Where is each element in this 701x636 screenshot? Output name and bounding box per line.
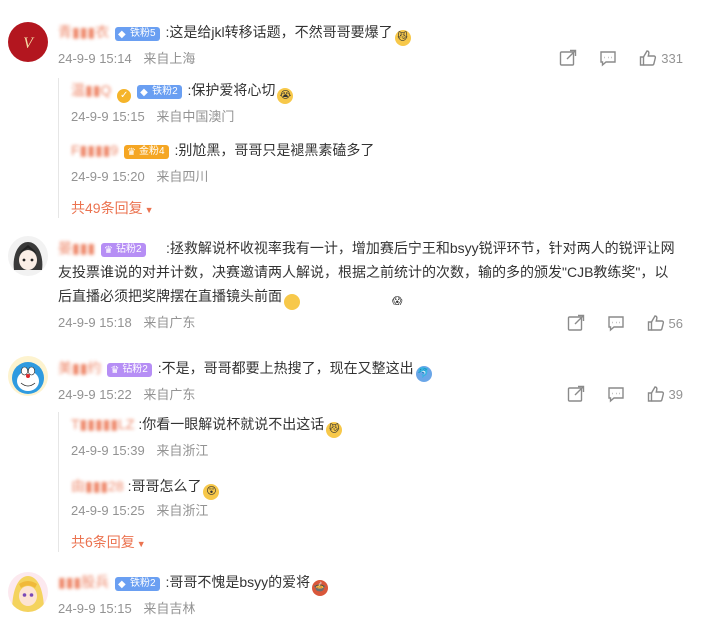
chevron-down-icon: ▼ — [144, 205, 154, 215]
share-icon — [567, 385, 584, 402]
reply-location: 来自浙江 — [156, 443, 209, 458]
emoji-icon: 😭 — [277, 88, 294, 104]
reply-time: 24-9-9 15:20 — [71, 169, 145, 184]
reply-text: :你看一眼解说杯就说不出这话 — [138, 416, 325, 432]
comment-location: 来自吉林 — [143, 601, 196, 616]
username[interactable]: 由▮▮▮28 — [71, 478, 124, 494]
username[interactable]: 美▮▮约 — [58, 360, 101, 376]
reply-time: 24-9-9 15:39 — [71, 443, 145, 458]
like-count: 331 — [661, 50, 683, 66]
comment-location: 来自广东 — [143, 387, 196, 402]
avatar[interactable] — [8, 572, 48, 612]
reply-location: 来自中国澳门 — [156, 109, 235, 124]
share-icon — [560, 49, 577, 66]
like-count: 39 — [668, 386, 683, 402]
fan-badge: ◆ 铁粉5 — [115, 27, 160, 41]
comment-text: :拯救解说杯收视率我有一计，增加赛后宁王和bsyy锐评环节，针对两人的锐评让网友… — [58, 236, 678, 310]
username[interactable]: T▮▮▮▮▮LZ — [71, 416, 134, 432]
more-replies-link[interactable]: 共6条回复 ▼ — [71, 532, 146, 552]
comment-text: :这是给jkl转移话题，不然哥哥要爆了 — [165, 24, 393, 40]
comment-text: :不是，哥哥都要上热搜了，现在又整这出 — [157, 360, 414, 376]
emoji-icon: 🍲 — [312, 580, 329, 596]
avatar[interactable] — [8, 236, 48, 276]
more-replies-link[interactable]: 共49条回复 ▼ — [71, 198, 154, 218]
reply-text: :别尬黑，哥哥只是褪黑素磕多了 — [174, 142, 375, 158]
comment-item: 晏▮▮▮ ♛ 钻粉2 :拯救解说杯收视率我有一计，增加赛后宁王和bsyy锐评环节，… — [0, 230, 701, 340]
like-button[interactable]: 39 — [647, 385, 683, 403]
share-button[interactable] — [559, 49, 577, 67]
verified-icon: ✓ — [117, 89, 132, 103]
comment-item: 美▮▮约 ♛ 钻粉2 :不是，哥哥都要上热搜了，现在又整这出 🐬 24-9-9 15… — [0, 352, 701, 562]
share-button[interactable] — [567, 385, 585, 403]
reply-list: 温▮▮Q ✓ ◆ 铁粉2 :保护爱将心切 😭 24-9-9 15:15 来自中国澳门… — [58, 78, 659, 218]
comment-time: 24-9-9 15:22 — [58, 387, 132, 402]
reply-text: :保护爱将心切 — [187, 82, 276, 98]
fan-badge: ◆ 铁粉2 — [115, 577, 160, 591]
emoji-icon: 😼 — [326, 422, 343, 438]
reply-list: T▮▮▮▮▮LZ :你看一眼解说杯就说不出这话 😼 24-9-9 15:39 来自… — [58, 412, 659, 552]
share-button[interactable] — [567, 314, 585, 332]
comment-location: 来自上海 — [143, 51, 196, 66]
username[interactable]: F▮▮▮▮9 — [71, 142, 118, 158]
comment-time: 24-9-9 15:14 — [58, 51, 132, 66]
comment-location: 来自广东 — [143, 315, 196, 330]
reply-time: 24-9-9 15:15 — [71, 109, 145, 124]
fan-badge: ♛ 金粉4 — [124, 145, 169, 159]
thumbs-up-icon — [647, 386, 664, 402]
comment-icon — [607, 316, 624, 332]
like-count: 56 — [668, 315, 683, 331]
thumbs-up-icon — [640, 50, 657, 66]
comment-icon — [607, 387, 624, 403]
username[interactable]: 青▮▮▮衣 — [58, 24, 109, 40]
thumbs-up-icon — [647, 315, 664, 331]
emoji-icon: 😱 — [284, 294, 402, 310]
emoji-icon: 😼 — [394, 30, 411, 46]
comment-time: 24-9-9 15:18 — [58, 315, 132, 330]
reply-location: 来自四川 — [156, 169, 209, 184]
emoji-icon: 😲 — [203, 484, 220, 500]
username[interactable]: ▮▮▮股兵 — [58, 574, 109, 590]
fan-badge: ♛ 钻粉2 — [107, 363, 152, 377]
reply-time: 24-9-9 15:25 — [71, 503, 145, 518]
fan-badge: ◆ 铁粉2 — [137, 85, 182, 99]
comment-button[interactable] — [599, 49, 617, 67]
share-icon — [567, 314, 584, 331]
comment-time: 24-9-9 15:15 — [58, 601, 132, 616]
reply-location: 来自浙江 — [156, 503, 209, 518]
like-button[interactable]: 331 — [639, 49, 683, 67]
comment-icon — [600, 51, 616, 67]
comment-button[interactable] — [607, 314, 625, 332]
avatar[interactable]: V — [8, 22, 48, 62]
username[interactable]: 温▮▮Q — [71, 82, 111, 98]
emoji-icon: 🐬 — [415, 366, 432, 382]
comment-button[interactable] — [607, 385, 625, 403]
comment-text: :哥哥不愧是bsyy的爱将 — [165, 574, 311, 590]
like-button[interactable]: 56 — [647, 314, 683, 332]
reply-text: :哥哥怎么了 — [127, 478, 202, 494]
comment-item: V 青▮▮▮衣 ◆ 铁粉5 :这是给jkl转移话题，不然哥哥要爆了 😼 24-9-9… — [0, 0, 701, 230]
avatar[interactable] — [8, 356, 48, 396]
chevron-down-icon: ▼ — [136, 539, 146, 549]
comment-item: ▮▮▮股兵 ◆ 铁粉2 :哥哥不愧是bsyy的爱将 🍲 24-9-9 15:15 来… — [0, 570, 701, 636]
